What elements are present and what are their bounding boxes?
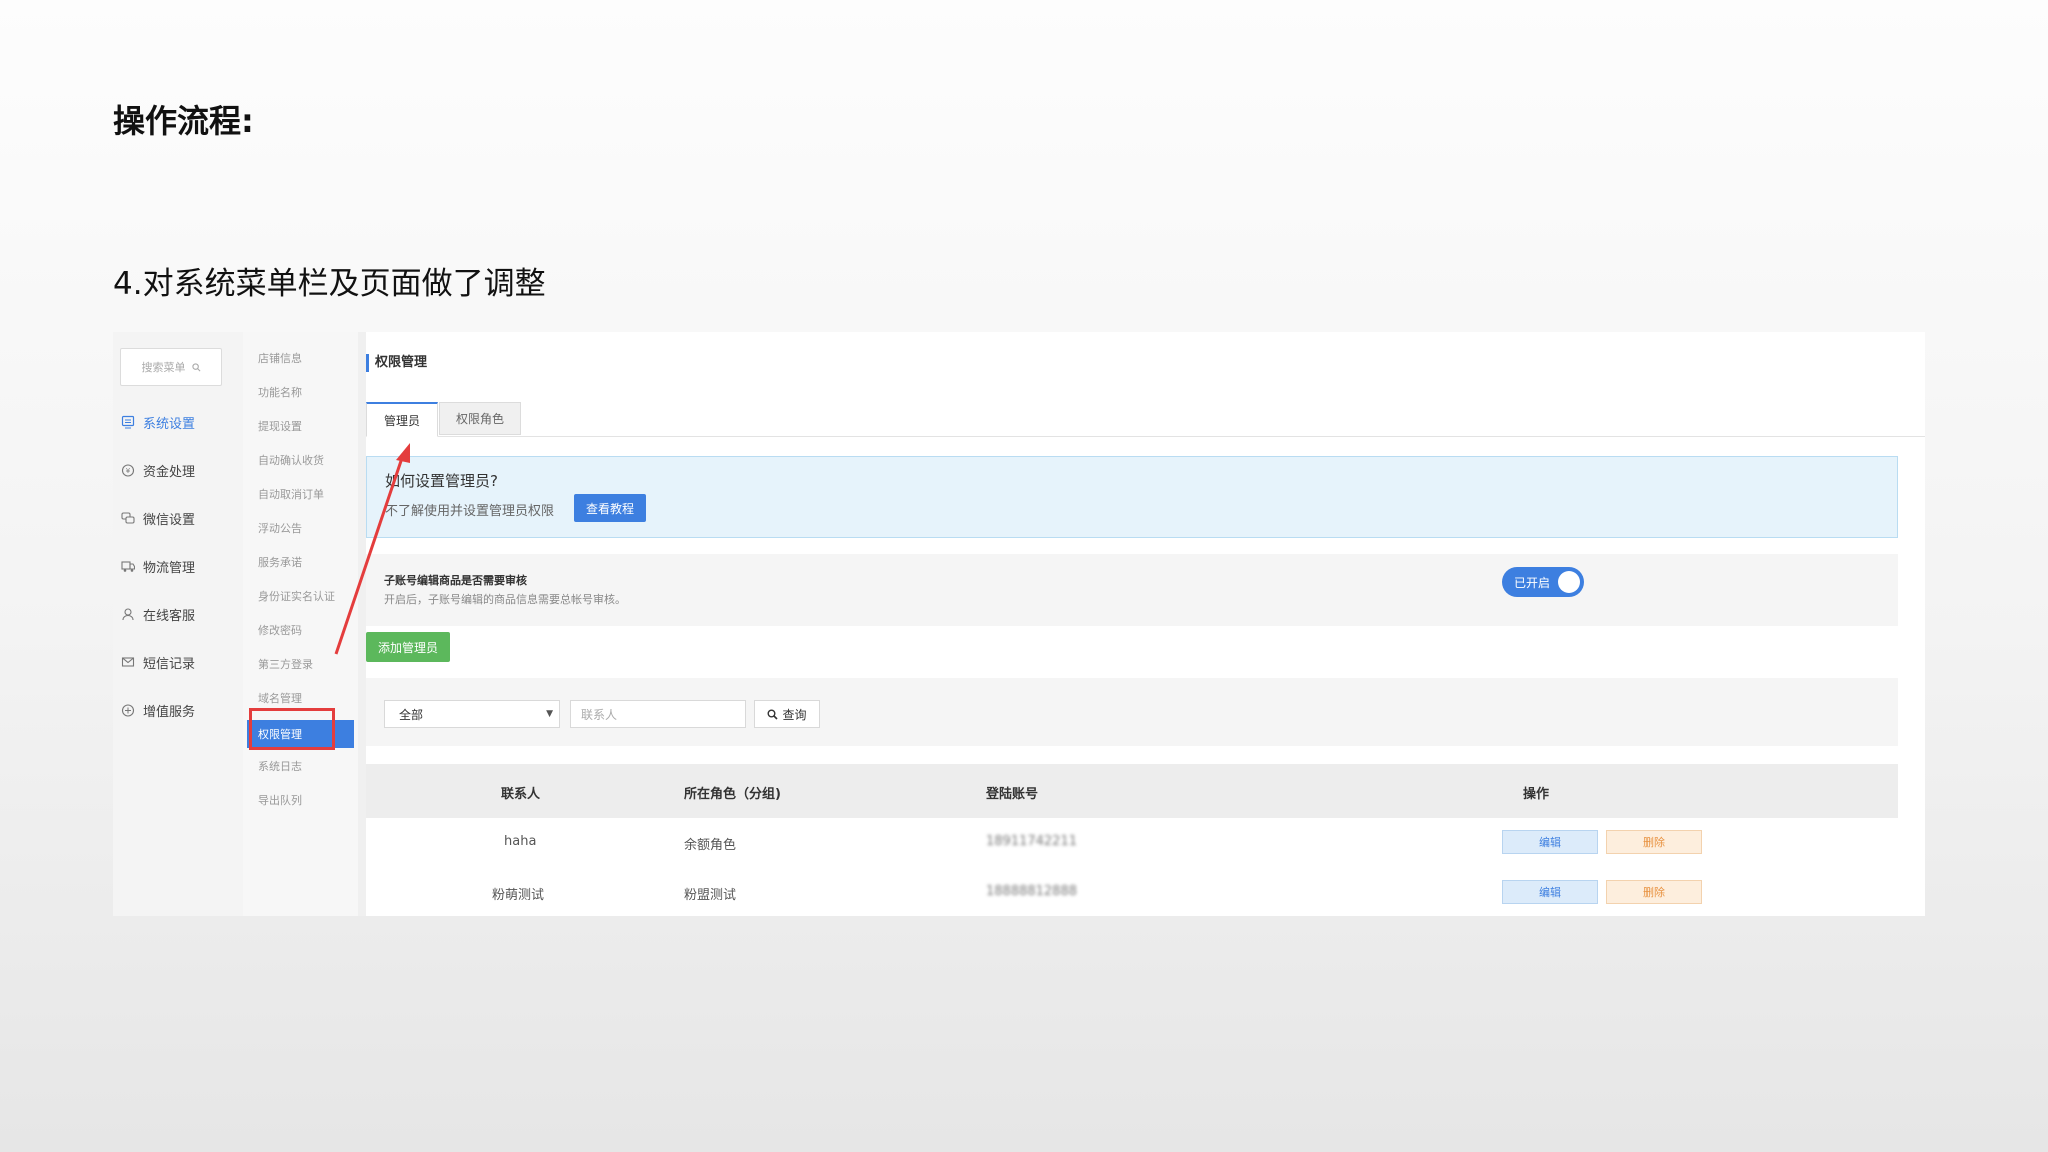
query-button-label: 查询	[782, 707, 807, 722]
search-icon	[767, 709, 779, 720]
view-tutorial-button[interactable]: 查看教程	[574, 494, 646, 522]
header-actions: 操作	[1523, 787, 1550, 802]
customer-service-icon	[122, 608, 134, 621]
sms-icon	[121, 657, 135, 667]
nav-item-label: 增值服务	[143, 704, 196, 720]
delete-button[interactable]: 删除	[1606, 830, 1702, 854]
subnav-item[interactable]: 店铺信息	[258, 350, 302, 366]
toggle-knob	[1558, 571, 1580, 593]
edit-button[interactable]: 编辑	[1502, 830, 1598, 854]
nav-item-wechat[interactable]: 微信设置	[121, 506, 241, 530]
contact-placeholder: 联系人	[581, 707, 618, 722]
tab-bar: 管理员 权限角色	[366, 402, 1925, 437]
secondary-sidebar: 店铺信息 功能名称 提现设置 自动确认收货 自动取消订单 浮动公告 服务承诺 身…	[243, 332, 366, 916]
value-added-icon	[121, 704, 135, 717]
audit-title: 子账号编辑商品是否需要审核	[384, 574, 527, 587]
tab-permission-roles[interactable]: 权限角色	[439, 402, 521, 435]
nav-item-value-added[interactable]: 增值服务	[121, 698, 241, 722]
subnav-item[interactable]: 自动取消订单	[258, 486, 324, 502]
help-text: 不了解使用并设置管理员权限	[385, 504, 555, 519]
subnav-item[interactable]: 导出队列	[258, 792, 302, 808]
slide-heading: 操作流程:	[113, 102, 254, 140]
edit-button[interactable]: 编辑	[1502, 880, 1598, 904]
logistics-icon	[121, 561, 135, 572]
subnav-item[interactable]: 功能名称	[258, 384, 302, 400]
row-role: 余额角色	[684, 838, 737, 853]
system-settings-icon	[121, 415, 135, 429]
add-admin-button[interactable]: 添加管理员	[366, 632, 450, 662]
primary-sidebar: 搜索菜单 系统设置 ¥ 资金处理 微信设置 物流管理 在线客服 短信记录 增值服…	[113, 332, 243, 916]
header-account: 登陆账号	[986, 787, 1039, 802]
nav-item-label: 在线客服	[143, 608, 196, 624]
row-account: 18888812888	[986, 884, 1077, 899]
subnav-item[interactable]: 第三方登录	[258, 656, 313, 672]
nav-item-label: 资金处理	[143, 464, 196, 480]
row-contact: haha	[504, 834, 537, 849]
audit-setting-box: 子账号编辑商品是否需要审核 开启后，子账号编辑的商品信息需要总帐号审核。 已开启	[366, 554, 1898, 626]
subnav-item[interactable]: 提现设置	[258, 418, 302, 434]
help-info-box: 如何设置管理员? 不了解使用并设置管理员权限 查看教程	[366, 456, 1898, 538]
funds-icon: ¥	[121, 464, 135, 477]
contact-input[interactable]: 联系人	[570, 700, 746, 728]
query-button[interactable]: 查询	[754, 700, 820, 728]
search-icon	[191, 362, 200, 371]
row-account: 18911742211	[986, 834, 1077, 849]
subnav-item[interactable]: 自动确认收货	[258, 452, 324, 468]
menu-search-placeholder: 搜索菜单	[141, 361, 186, 374]
admin-screenshot: 搜索菜单 系统设置 ¥ 资金处理 微信设置 物流管理 在线客服 短信记录 增值服…	[113, 332, 1925, 916]
nav-item-label: 短信记录	[143, 656, 196, 672]
tab-admins[interactable]: 管理员	[366, 402, 438, 437]
main-content: 权限管理 管理员 权限角色 如何设置管理员? 不了解使用并设置管理员权限 查看教…	[366, 332, 1925, 916]
nav-item-funds[interactable]: ¥ 资金处理	[121, 458, 241, 482]
nav-item-system-settings[interactable]: 系统设置	[121, 410, 241, 434]
subnav-item[interactable]: 系统日志	[258, 758, 302, 774]
audit-toggle[interactable]: 已开启	[1502, 567, 1584, 597]
subnav-item[interactable]: 服务承诺	[258, 554, 302, 570]
caret-down-icon: ▼	[546, 709, 553, 719]
table-header: 联系人 所在角色（分组) 登陆账号 操作	[366, 764, 1898, 818]
header-contact: 联系人	[501, 787, 541, 802]
nav-item-sms[interactable]: 短信记录	[121, 650, 241, 674]
subnav-item[interactable]: 域名管理	[258, 690, 302, 706]
menu-search-input[interactable]: 搜索菜单	[120, 348, 222, 386]
table-row: 粉萌测试 粉盟测试 18888812888 编辑 删除	[366, 868, 1898, 916]
filter-bar: 全部 ▼ 联系人 查询	[366, 678, 1898, 746]
wechat-icon	[121, 512, 135, 524]
permissions-highlight-box	[249, 708, 335, 750]
toggle-label: 已开启	[1514, 576, 1551, 590]
header-role: 所在角色（分组)	[684, 787, 781, 802]
row-role: 粉盟测试	[684, 888, 737, 903]
table-row: haha 余额角色 18911742211 编辑 删除	[366, 818, 1898, 869]
svg-text:¥: ¥	[126, 467, 131, 475]
subnav-item[interactable]: 浮动公告	[258, 520, 302, 536]
nav-item-logistics[interactable]: 物流管理	[121, 554, 241, 578]
row-contact: 粉萌测试	[492, 888, 545, 903]
nav-item-label: 物流管理	[143, 560, 196, 576]
audit-description: 开启后，子账号编辑的商品信息需要总帐号审核。	[384, 593, 626, 606]
delete-button[interactable]: 删除	[1606, 880, 1702, 904]
page-title: 权限管理	[366, 354, 427, 372]
help-title: 如何设置管理员?	[385, 472, 498, 490]
subnav-item[interactable]: 身份证实名认证	[258, 588, 335, 604]
subnav-item[interactable]: 修改密码	[258, 622, 302, 638]
nav-item-customer-service[interactable]: 在线客服	[121, 602, 241, 626]
slide-subheading: 4.对系统菜单栏及页面做了调整	[113, 266, 546, 302]
role-select[interactable]: 全部 ▼	[384, 700, 560, 728]
role-select-value: 全部	[399, 707, 424, 722]
nav-item-label: 系统设置	[143, 416, 196, 432]
nav-item-label: 微信设置	[143, 512, 196, 528]
